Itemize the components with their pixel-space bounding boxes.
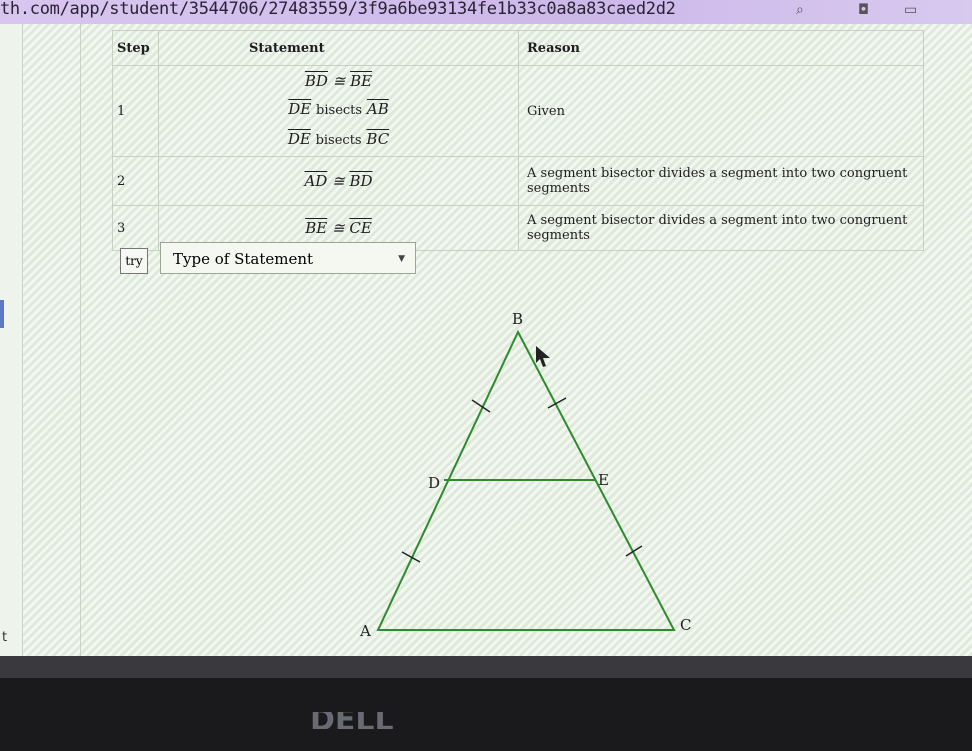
reason-cell[interactable]: A segment bisector divides a segment int…: [518, 156, 924, 206]
monitor-bezel: [0, 678, 972, 751]
vertex-label-d: D: [428, 474, 440, 492]
reason-cell[interactable]: Given: [518, 65, 924, 157]
step-number: 2: [112, 156, 159, 206]
sidebar-tab[interactable]: [0, 300, 4, 328]
step-number: 1: [112, 65, 159, 157]
url-text: th.com/app/student/3544706/27483559/3f9a…: [0, 0, 676, 19]
proof-row: 1 BD ≅ BE DE bisects AB DE bisects BC Gi…: [112, 65, 924, 157]
vertex-label-c: C: [680, 616, 691, 634]
vertex-label-e: E: [598, 471, 609, 489]
sidebar-text: t: [2, 630, 8, 645]
browser-address-bar[interactable]: th.com/app/student/3544706/27483559/3f9a…: [0, 0, 972, 24]
extension-icon[interactable]: ◘: [858, 2, 869, 18]
step-header: Step: [112, 30, 159, 66]
try-button[interactable]: try: [120, 248, 148, 274]
reason-cell[interactable]: A segment bisector divides a segment int…: [518, 205, 924, 251]
vertex-label-a: A: [359, 622, 371, 640]
monitor-bezel-edge: [0, 656, 972, 678]
vertex-label-b: B: [512, 310, 523, 328]
window-icon[interactable]: ▭: [904, 2, 917, 18]
step-number: 3: [112, 205, 159, 251]
cursor-icon: [536, 346, 550, 367]
reason-header: Reason: [518, 30, 924, 66]
triangle-diagram: B D E A C: [359, 310, 691, 640]
statement-cell[interactable]: AD ≅ BD: [158, 156, 519, 206]
search-icon[interactable]: ⌕: [796, 2, 804, 18]
statement-type-select[interactable]: Type of Statement ▼: [160, 242, 416, 274]
left-sidebar: [0, 24, 23, 656]
dell-logo: DELL: [310, 712, 410, 729]
statement-type-label: Type of Statement: [173, 250, 314, 268]
statement-cell[interactable]: BD ≅ BE DE bisects AB DE bisects BC: [158, 65, 519, 157]
chevron-down-icon: ▼: [398, 254, 405, 264]
statement-header: Statement: [158, 30, 519, 66]
left-panel: [22, 24, 81, 656]
proof-row: 2 AD ≅ BD A segment bisector divides a s…: [112, 156, 924, 206]
